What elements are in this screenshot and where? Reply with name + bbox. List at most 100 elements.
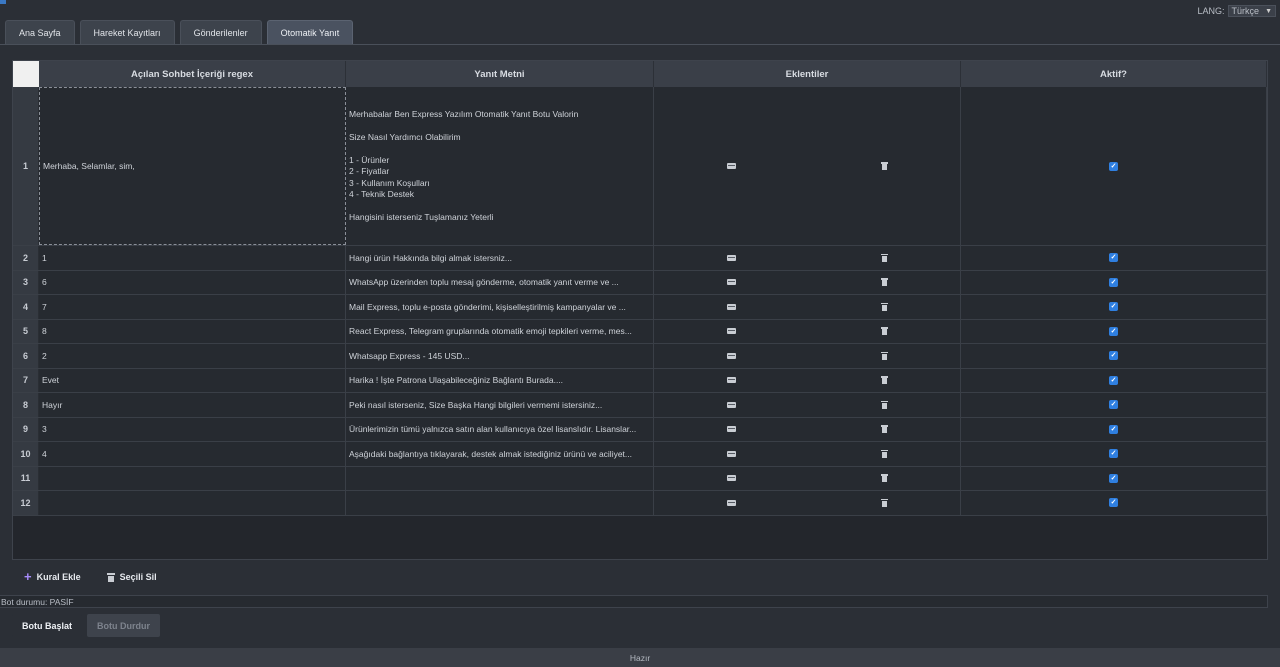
reply-cell[interactable]: Mail Express, toplu e-posta gönderimi, k… — [346, 295, 654, 319]
stop-bot-button[interactable]: Botu Durdur — [87, 614, 161, 637]
regex-cell[interactable] — [39, 491, 346, 515]
reply-cell[interactable]: Hangi ürün Hakkında bilgi almak istersni… — [346, 246, 654, 270]
regex-cell[interactable]: 7 — [39, 295, 346, 319]
trash-icon[interactable] — [880, 351, 888, 360]
reply-cell[interactable]: Whatsapp Express - 145 USD... — [346, 344, 654, 368]
regex-cell[interactable]: Merhaba, Selamlar, sim, — [39, 87, 346, 245]
active-checkbox[interactable]: ✓ — [1109, 277, 1118, 287]
trash-icon[interactable] — [880, 498, 888, 507]
row-number[interactable]: 5 — [13, 319, 39, 343]
table-row[interactable]: 3 6 WhatsApp üzerinden toplu mesaj gönderm… — [13, 270, 1267, 295]
row-number[interactable]: 8 — [13, 393, 39, 417]
attachment-icon[interactable] — [726, 377, 736, 384]
regex-cell[interactable]: 8 — [39, 319, 346, 343]
active-checkbox[interactable]: ✓ — [1109, 161, 1118, 171]
reply-cell[interactable]: React Express, Telegram gruplarında otom… — [346, 319, 654, 343]
attachment-icon[interactable] — [726, 475, 736, 482]
regex-cell[interactable]: 2 — [39, 344, 346, 368]
trash-icon[interactable] — [880, 327, 888, 336]
table-row[interactable]: 1 Merhaba, Selamlar, sim, Merhabalar Ben E… — [13, 87, 1267, 246]
regex-cell[interactable]: Evet — [39, 368, 346, 392]
attachment-icon[interactable] — [726, 499, 736, 506]
attachment-icon[interactable] — [726, 450, 736, 457]
reply-cell[interactable] — [346, 491, 654, 515]
row-number[interactable]: 7 — [13, 368, 39, 392]
header-attachments[interactable]: Eklentiler — [654, 61, 961, 87]
reply-cell[interactable]: Aşağıdaki bağlantıya tıklayarak, destek … — [346, 442, 654, 466]
regex-cell[interactable]: 6 — [39, 270, 346, 294]
header-reply[interactable]: Yanıt Metni — [346, 61, 654, 87]
row-number[interactable]: 3 — [13, 270, 39, 294]
table-row[interactable]: 10 4 Aşağıdaki bağlantıya tıklayarak, dest… — [13, 442, 1267, 467]
table-row[interactable]: 6 2 Whatsapp Express - 145 USD... ✓ — [13, 344, 1267, 369]
tab-otomatik-yanit[interactable]: Otomatik Yanıt — [266, 20, 354, 44]
regex-cell[interactable] — [39, 466, 346, 490]
attachment-icon[interactable] — [726, 279, 736, 286]
active-checkbox[interactable]: ✓ — [1109, 302, 1118, 312]
row-number[interactable]: 10 — [13, 442, 39, 466]
row-number[interactable]: 12 — [13, 491, 39, 515]
regex-cell[interactable]: 4 — [39, 442, 346, 466]
attachment-icon[interactable] — [726, 352, 736, 359]
attachment-icon[interactable] — [726, 426, 736, 433]
attachment-icon[interactable] — [726, 163, 736, 169]
active-checkbox[interactable]: ✓ — [1109, 253, 1118, 263]
row-number[interactable]: 2 — [13, 246, 39, 270]
table-row[interactable]: 5 8 React Express, Telegram gruplarında ot… — [13, 319, 1267, 344]
tab-hareket-kayitlari[interactable]: Hareket Kayıtları — [79, 20, 175, 44]
regex-cell[interactable]: 1 — [39, 246, 346, 270]
row-number[interactable]: 11 — [13, 466, 39, 490]
reply-cell[interactable]: Harika ! İşte Patrona Ulaşabileceğiniz B… — [346, 368, 654, 392]
active-cell: ✓ — [961, 344, 1267, 368]
active-checkbox[interactable]: ✓ — [1109, 473, 1118, 483]
active-checkbox[interactable]: ✓ — [1109, 400, 1118, 410]
reply-cell[interactable] — [346, 466, 654, 490]
row-number[interactable]: 6 — [13, 344, 39, 368]
active-checkbox[interactable]: ✓ — [1109, 424, 1118, 434]
regex-cell[interactable]: Hayır — [39, 393, 346, 417]
reply-cell[interactable]: WhatsApp üzerinden toplu mesaj gönderme,… — [346, 270, 654, 294]
add-rule-button[interactable]: + Kural Ekle — [24, 570, 81, 583]
attachment-icon[interactable] — [726, 328, 736, 335]
trash-icon[interactable] — [880, 302, 888, 311]
attachment-icon[interactable] — [726, 303, 736, 310]
active-checkbox[interactable]: ✓ — [1109, 449, 1118, 459]
header-regex[interactable]: Açılan Sohbet İçeriği regex — [39, 61, 346, 87]
attachment-icon[interactable] — [726, 254, 736, 261]
active-checkbox[interactable]: ✓ — [1109, 498, 1118, 508]
attachment-icon[interactable] — [726, 401, 736, 408]
table-row[interactable]: 2 1 Hangi ürün Hakkında bilgi almak isters… — [13, 246, 1267, 271]
regex-cell[interactable]: 3 — [39, 417, 346, 441]
start-bot-button[interactable]: Botu Başlat — [12, 614, 83, 637]
trash-icon[interactable] — [880, 425, 888, 434]
table-row[interactable]: 8 Hayır Peki nasıl isterseniz, Size Başka … — [13, 393, 1267, 418]
trash-icon[interactable] — [880, 278, 888, 287]
tab-gonderilenler[interactable]: Gönderilenler — [179, 20, 262, 44]
trash-icon[interactable] — [880, 162, 888, 170]
table-row[interactable]: 11 ✓ — [13, 466, 1267, 491]
delete-selected-button[interactable]: Seçili Sil — [106, 572, 157, 582]
row-number[interactable]: 4 — [13, 295, 39, 319]
reply-cell[interactable]: Merhabalar Ben Express Yazılım Otomatik … — [346, 87, 654, 245]
active-checkbox[interactable]: ✓ — [1109, 326, 1118, 336]
table-row[interactable]: 7 Evet Harika ! İşte Patrona Ulaşabileceği… — [13, 368, 1267, 393]
active-checkbox[interactable]: ✓ — [1109, 375, 1118, 385]
table-row[interactable]: 12 ✓ — [13, 491, 1267, 516]
attachments-cell — [654, 295, 961, 319]
row-number[interactable]: 9 — [13, 417, 39, 441]
trash-icon[interactable] — [880, 400, 888, 409]
active-checkbox[interactable]: ✓ — [1109, 351, 1118, 361]
table-row[interactable]: 4 7 Mail Express, toplu e-posta gönderimi,… — [13, 295, 1267, 320]
tab-ana-sayfa[interactable]: Ana Sayfa — [5, 20, 75, 44]
language-dropdown[interactable]: Türkçe ▼ — [1227, 5, 1276, 17]
table-row[interactable]: 9 3 Ürünlerimizin tümü yalnızca satın alan… — [13, 417, 1267, 442]
reply-cell[interactable]: Ürünlerimizin tümü yalnızca satın alan k… — [346, 417, 654, 441]
trash-icon[interactable] — [880, 253, 888, 262]
row-number[interactable]: 1 — [13, 87, 39, 245]
trash-icon[interactable] — [880, 376, 888, 385]
trash-icon[interactable] — [880, 474, 888, 483]
select-all-corner[interactable] — [13, 61, 39, 87]
trash-icon[interactable] — [880, 449, 888, 458]
header-active[interactable]: Aktif? — [961, 61, 1267, 87]
reply-cell[interactable]: Peki nasıl isterseniz, Size Başka Hangi … — [346, 393, 654, 417]
